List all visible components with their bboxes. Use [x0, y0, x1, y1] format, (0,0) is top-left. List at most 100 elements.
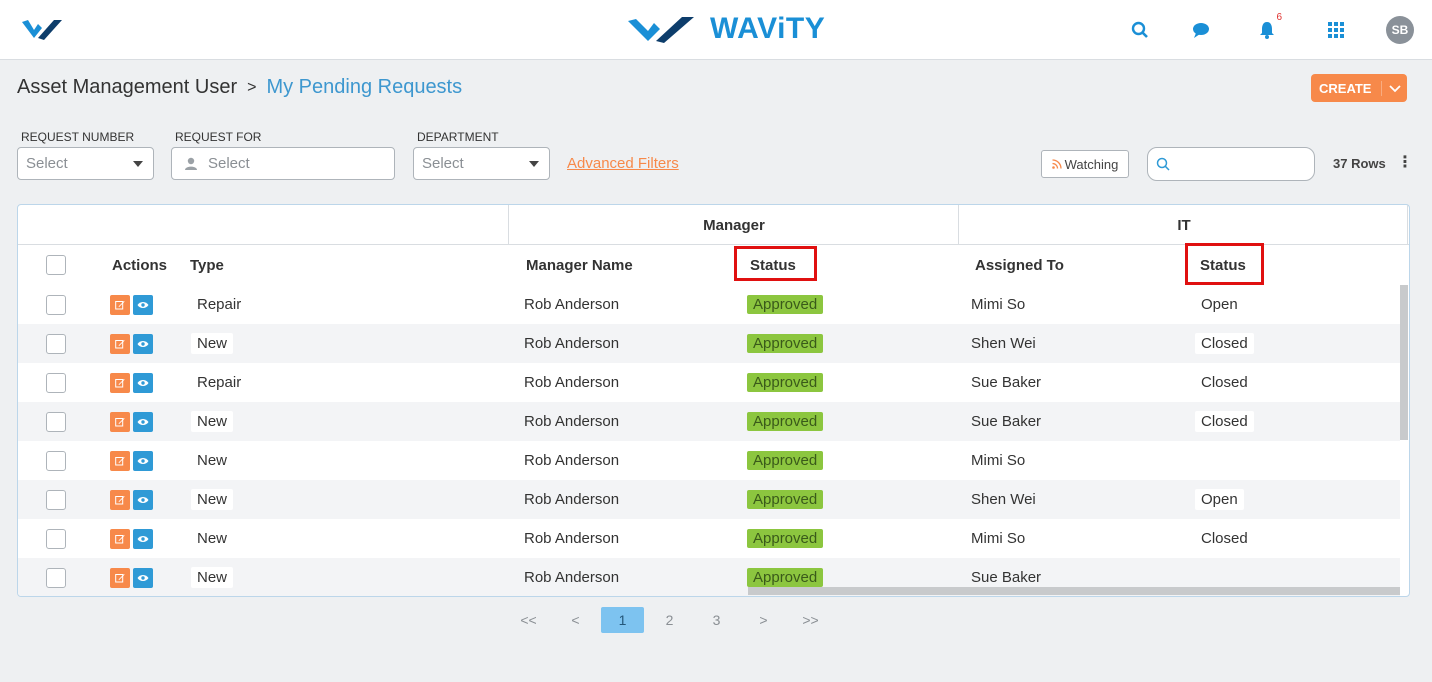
it-status: Open — [1195, 294, 1244, 315]
wavity-logo-icon[interactable] — [20, 16, 76, 49]
vertical-scrollbar[interactable] — [1400, 285, 1408, 440]
create-button-label: CREATE — [1319, 80, 1372, 96]
table-row[interactable]: Repair Rob Anderson Approved Mimi So Ope… — [18, 285, 1400, 324]
last-page-button[interactable]: >> — [787, 607, 834, 633]
row-checkbox[interactable] — [46, 567, 66, 588]
row-checkbox-cell — [46, 363, 66, 402]
row-checkbox[interactable] — [46, 294, 66, 315]
edit-icon[interactable] — [110, 489, 130, 510]
breadcrumb-current: My Pending Requests — [266, 76, 463, 98]
it-status: Open — [1195, 489, 1244, 510]
row-checkbox-cell — [46, 324, 66, 363]
row-assigned-to: Shen Wei — [971, 335, 1036, 352]
row-checkbox[interactable] — [46, 489, 66, 510]
select-all-cell — [46, 245, 66, 285]
edit-icon[interactable] — [110, 411, 130, 432]
row-checkbox-cell — [46, 402, 66, 441]
table-row[interactable]: New Rob Anderson Approved Mimi So — [18, 441, 1400, 480]
apps-grid-icon[interactable] — [1324, 18, 1348, 42]
row-checkbox[interactable] — [46, 372, 66, 393]
rss-icon — [1051, 159, 1062, 169]
brand-name: WAViTY — [710, 12, 826, 45]
row-manager-name: Rob Anderson — [524, 335, 620, 352]
brand-logo: WAViTY — [626, 12, 825, 46]
view-icon[interactable] — [133, 567, 153, 588]
row-manager-name: Rob Anderson — [524, 374, 620, 391]
edit-icon[interactable] — [110, 333, 130, 354]
row-assigned-to: Mimi So — [971, 530, 1026, 547]
view-icon[interactable] — [133, 411, 153, 432]
page-3-button[interactable]: 3 — [693, 607, 740, 633]
row-actions — [110, 441, 156, 480]
breadcrumb-root[interactable]: Asset Management User — [17, 76, 237, 99]
row-checkbox[interactable] — [46, 411, 66, 432]
chat-icon[interactable] — [1189, 18, 1213, 42]
manager-status-badge: Approved — [747, 412, 824, 431]
table-row[interactable]: New Rob Anderson Approved Mimi So Closed — [18, 519, 1400, 558]
more-options-icon[interactable]: ⋮ — [1397, 152, 1413, 172]
row-checkbox-cell — [46, 441, 66, 480]
view-icon[interactable] — [133, 489, 153, 510]
pagination: << < 1 2 3 > >> — [505, 607, 834, 633]
edit-icon[interactable] — [110, 528, 130, 549]
select-all-checkbox[interactable] — [46, 255, 66, 275]
group-divider — [1407, 205, 1408, 245]
row-checkbox[interactable] — [46, 450, 66, 471]
create-button[interactable]: CREATE — [1311, 74, 1407, 102]
row-checkbox[interactable] — [46, 333, 66, 354]
user-icon — [185, 157, 197, 170]
header-assigned-to[interactable]: Assigned To — [975, 245, 1064, 285]
page-1-button[interactable]: 1 — [601, 607, 644, 633]
request-number-value: Select — [26, 155, 68, 172]
header-manager-name[interactable]: Manager Name — [526, 245, 633, 285]
view-icon[interactable] — [133, 450, 153, 471]
view-icon[interactable] — [133, 528, 153, 549]
row-type: New — [191, 333, 234, 354]
user-avatar[interactable]: SB — [1386, 16, 1414, 44]
row-type: New — [191, 489, 234, 510]
row-checkbox[interactable] — [46, 528, 66, 549]
request-number-select[interactable]: Select — [17, 147, 154, 180]
header-type[interactable]: Type — [190, 245, 224, 285]
it-status: Closed — [1195, 333, 1254, 354]
first-page-button[interactable]: << — [505, 607, 552, 633]
request-number-label: REQUEST NUMBER — [21, 130, 135, 144]
notification-count: 6 — [1276, 12, 1282, 23]
horizontal-scrollbar[interactable] — [748, 587, 1400, 595]
chevron-down-icon[interactable] — [1381, 80, 1407, 96]
edit-icon[interactable] — [110, 567, 130, 588]
row-type: Repair — [191, 372, 248, 393]
table-row[interactable]: New Rob Anderson Approved Shen Wei Close… — [18, 324, 1400, 363]
row-actions — [110, 363, 156, 402]
table-search[interactable] — [1147, 147, 1315, 181]
department-select[interactable]: Select — [413, 147, 550, 180]
bell-icon[interactable]: 6 — [1255, 12, 1282, 42]
table-row[interactable]: New Rob Anderson Approved Sue Baker Clos… — [18, 402, 1400, 441]
watching-label: Watching — [1064, 156, 1119, 172]
view-icon[interactable] — [133, 333, 153, 354]
row-type: New — [191, 528, 234, 549]
watching-button[interactable]: Watching — [1041, 150, 1129, 178]
table-row[interactable]: Repair Rob Anderson Approved Sue Baker C… — [18, 363, 1400, 402]
manager-status-badge: Approved — [747, 451, 824, 470]
table-row[interactable]: New Rob Anderson Approved Shen Wei Open — [18, 480, 1400, 519]
view-icon[interactable] — [133, 294, 153, 315]
row-type: Repair — [191, 294, 248, 315]
edit-icon[interactable] — [110, 294, 130, 315]
request-for-input[interactable]: Select — [171, 147, 395, 180]
page-2-button[interactable]: 2 — [646, 607, 693, 633]
advanced-filters-link[interactable]: Advanced Filters — [567, 155, 679, 172]
caret-down-icon — [133, 161, 143, 167]
edit-icon[interactable] — [110, 372, 130, 393]
it-status: Closed — [1195, 411, 1254, 432]
view-icon[interactable] — [133, 372, 153, 393]
manager-status-badge: Approved — [747, 568, 824, 587]
prev-page-button[interactable]: < — [552, 607, 599, 633]
caret-down-icon — [529, 161, 539, 167]
header-actions[interactable]: Actions — [112, 245, 167, 285]
next-page-button[interactable]: > — [740, 607, 787, 633]
edit-icon[interactable] — [110, 450, 130, 471]
row-type: New — [191, 567, 234, 588]
search-input[interactable] — [1174, 156, 1304, 172]
search-icon[interactable] — [1128, 18, 1152, 42]
